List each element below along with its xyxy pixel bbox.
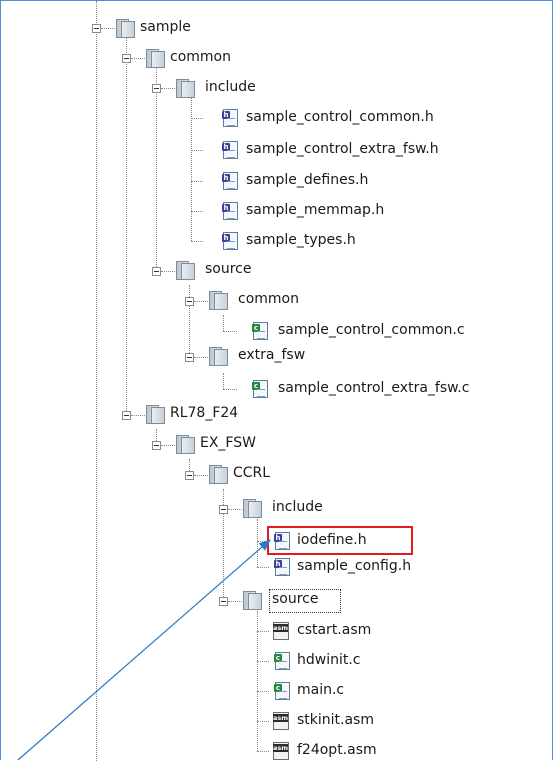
asm-file-icon: asm	[273, 622, 289, 640]
tree-connector	[191, 241, 203, 242]
tree-node-file[interactable]: sample_config.h	[297, 557, 411, 575]
tree-connector	[191, 211, 203, 212]
tree-connector	[223, 389, 237, 390]
header-file-icon: h	[222, 141, 238, 159]
collapse-toggle-icon[interactable]	[152, 84, 161, 93]
collapse-toggle-icon[interactable]	[219, 597, 228, 606]
tree-connector	[223, 331, 237, 332]
header-file-icon: h	[222, 232, 238, 250]
tree-node-file[interactable]: hdwinit.c	[297, 651, 361, 669]
tree-node-sample[interactable]: sample	[140, 18, 191, 36]
folder-icon	[208, 291, 228, 310]
tree-node-file[interactable]: sample_control_common.h	[246, 108, 434, 126]
collapse-toggle-icon[interactable]	[219, 505, 228, 514]
tree-connector	[191, 150, 203, 151]
folder-icon	[145, 49, 165, 68]
tree-guide-line	[189, 285, 190, 357]
tree-connector	[161, 271, 175, 272]
tree-guide-line	[156, 67, 157, 273]
tree-node-file[interactable]: sample_control_extra_fsw.h	[246, 140, 439, 158]
tree-connector	[257, 721, 269, 722]
folder-icon	[175, 435, 195, 454]
tree-node-ex-fsw[interactable]: EX_FSW	[200, 434, 256, 452]
tree-connector	[194, 357, 208, 358]
asm-file-icon: asm	[273, 742, 289, 760]
tree-guide-line	[257, 611, 258, 751]
tree-connector	[194, 301, 208, 302]
tree-connector	[161, 445, 175, 446]
tree-connector	[194, 475, 208, 476]
tree-connector	[228, 509, 242, 510]
tree-node-file[interactable]: cstart.asm	[297, 621, 371, 639]
tree-connector	[161, 88, 175, 89]
c-file-icon: c	[274, 652, 290, 670]
tree-node-source[interactable]: source	[205, 260, 252, 278]
tree-connector	[191, 181, 203, 182]
header-file-icon: h	[274, 532, 290, 550]
collapse-toggle-icon[interactable]	[92, 24, 101, 33]
tree-connector	[131, 58, 145, 59]
collapse-toggle-icon[interactable]	[185, 297, 194, 306]
c-file-icon: c	[274, 682, 290, 700]
tree-node-file[interactable]: sample_memmap.h	[246, 201, 384, 219]
tree-node-file[interactable]: sample_types.h	[246, 231, 356, 249]
collapse-toggle-icon[interactable]	[152, 441, 161, 450]
collapse-toggle-icon[interactable]	[185, 353, 194, 362]
folder-icon	[208, 347, 228, 366]
tree-connector	[257, 661, 269, 662]
tree-node-file[interactable]: f24opt.asm	[297, 741, 377, 759]
collapse-toggle-icon[interactable]	[122, 54, 131, 63]
tree-node-iodefine[interactable]: iodefine.h	[297, 531, 367, 549]
tree-node-include[interactable]: include	[205, 78, 256, 96]
tree-connector	[101, 28, 115, 29]
collapse-toggle-icon[interactable]	[185, 471, 194, 480]
tree-node-common[interactable]: common	[170, 48, 231, 66]
folder-icon	[175, 79, 195, 98]
asm-file-icon: asm	[273, 712, 289, 730]
tree-node-source[interactable]: source	[272, 590, 319, 608]
tree-node-file[interactable]: stkinit.asm	[297, 711, 374, 729]
header-file-icon: h	[222, 109, 238, 127]
tree-node-file[interactable]: sample_control_extra_fsw.c	[278, 379, 469, 397]
tree-node-include[interactable]: include	[272, 498, 323, 516]
tree-connector	[257, 691, 269, 692]
tree-guide-line	[257, 519, 258, 567]
header-file-icon: h	[222, 202, 238, 220]
c-file-icon: c	[252, 322, 268, 340]
tree-guide-line	[126, 37, 127, 415]
folder-icon	[242, 591, 262, 610]
tree-view-panel: sample common include h sample_control_c…	[0, 0, 553, 761]
tree-node-ccrl[interactable]: CCRL	[233, 464, 270, 482]
folder-icon	[175, 261, 195, 280]
tree-connector	[257, 567, 269, 568]
tree-guide-line	[96, 1, 97, 761]
folder-icon	[208, 465, 228, 484]
tree-connector	[228, 601, 242, 602]
header-file-icon: h	[222, 172, 238, 190]
tree-guide-line	[223, 315, 224, 331]
collapse-toggle-icon[interactable]	[122, 411, 131, 420]
c-file-icon: c	[252, 380, 268, 398]
folder-icon	[115, 19, 135, 38]
tree-guide-line	[223, 373, 224, 389]
folder-icon	[242, 499, 262, 518]
tree-node-file[interactable]: main.c	[297, 681, 344, 699]
tree-node-file[interactable]: sample_defines.h	[246, 171, 368, 189]
tree-node-extra-fsw[interactable]: extra_fsw	[238, 346, 305, 364]
collapse-toggle-icon[interactable]	[152, 267, 161, 276]
tree-guide-line	[191, 95, 192, 241]
tree-connector	[257, 631, 269, 632]
tree-node-file[interactable]: sample_control_common.c	[278, 321, 465, 339]
tree-node-rl78-f24[interactable]: RL78_F24	[170, 404, 238, 422]
tree-connector	[257, 751, 269, 752]
tree-connector	[191, 118, 203, 119]
tree-connector	[131, 415, 145, 416]
header-file-icon: h	[274, 558, 290, 576]
folder-icon	[145, 405, 165, 424]
tree-node-common[interactable]: common	[238, 290, 299, 308]
